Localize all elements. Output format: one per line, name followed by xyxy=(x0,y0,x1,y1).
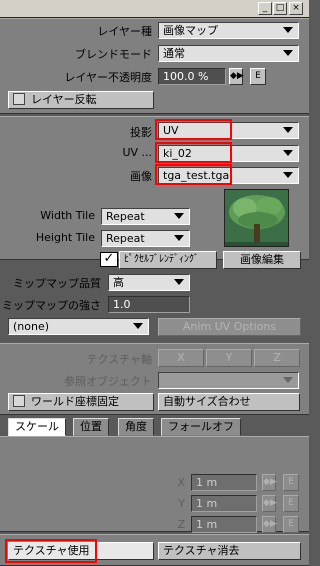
image-thumbnail xyxy=(224,189,289,247)
height-tile-dropdown[interactable]: Repeat xyxy=(101,230,190,247)
minimize-button[interactable]: _ xyxy=(258,2,272,15)
chevron-down-icon xyxy=(283,50,293,56)
projection-label: 投影 xyxy=(130,126,152,139)
scale-z-stepper[interactable]: ◆▶ xyxy=(262,516,277,533)
opacity-envelope-button[interactable]: E xyxy=(250,68,266,85)
chevron-down-icon xyxy=(283,172,293,178)
chevron-down-icon xyxy=(133,323,143,329)
world-coords-button[interactable]: ワールド座標固定 xyxy=(8,393,154,411)
invert-layer-button[interactable]: レイヤー反転 xyxy=(8,91,154,109)
tab-rotation[interactable]: 角度 xyxy=(118,418,154,436)
uv-map-label: UV ... xyxy=(122,146,152,159)
highlight-box xyxy=(155,164,232,185)
width-tile-label: Width Tile xyxy=(40,209,95,222)
pixel-blend-checkbox[interactable]: ✓ xyxy=(100,252,118,267)
chevron-down-icon xyxy=(283,377,293,383)
tree-image-icon xyxy=(225,190,288,246)
checkbox-icon xyxy=(13,395,25,407)
maximize-button[interactable]: □ xyxy=(273,2,287,15)
reference-object-label: 参照オブジェクト xyxy=(64,375,152,388)
mip-strength-label: ミップマップの強さ xyxy=(2,299,101,312)
checkbox-icon xyxy=(13,93,25,105)
mip-quality-label: ミップマップ品質 xyxy=(13,277,101,290)
layer-opacity-label: レイヤー不透明度 xyxy=(64,71,152,84)
scale-z-envelope-button[interactable]: E xyxy=(283,516,299,533)
scale-x-stepper[interactable]: ◆▶ xyxy=(262,474,277,491)
blend-mode-dropdown[interactable]: 通常 xyxy=(158,45,299,62)
scale-x-envelope-button[interactable]: E xyxy=(283,474,299,491)
scale-y-label: Y xyxy=(178,497,185,510)
tab-falloff[interactable]: フォールオフ xyxy=(161,418,241,436)
height-tile-label: Height Tile xyxy=(35,231,95,244)
image-label: 画像 xyxy=(130,170,152,183)
opacity-stepper[interactable]: ◆▶ xyxy=(229,68,244,85)
scale-y-envelope-button[interactable]: E xyxy=(283,495,299,512)
layer-opacity-field[interactable]: 100.0 % xyxy=(158,68,226,85)
chevron-down-icon xyxy=(283,27,293,33)
mip-strength-field[interactable]: 1.0 xyxy=(108,296,190,313)
layer-type-label: レイヤー種 xyxy=(97,25,152,38)
chevron-down-icon xyxy=(174,213,184,219)
world-coords-label: ワールド座標固定 xyxy=(31,395,119,408)
scale-y-field[interactable]: 1 m xyxy=(191,495,257,512)
chevron-down-icon xyxy=(283,127,293,133)
clear-texture-button[interactable]: テクスチャ消去 xyxy=(158,542,301,560)
highlight-box xyxy=(155,142,232,163)
highlight-box xyxy=(155,119,232,140)
scale-y-stepper[interactable]: ◆▶ xyxy=(262,495,277,512)
axis-x-button[interactable]: X xyxy=(158,349,204,367)
auto-size-button[interactable]: 自動サイズ合わせ xyxy=(158,393,300,411)
anim-texture-dropdown[interactable]: (none) xyxy=(8,318,149,335)
highlight-box xyxy=(5,539,97,563)
scale-x-label: X xyxy=(177,476,185,489)
close-button[interactable]: × xyxy=(289,2,303,15)
texture-axis-label: テクスチャ軸 xyxy=(86,353,152,366)
reference-object-dropdown[interactable] xyxy=(158,372,299,389)
chevron-down-icon xyxy=(174,235,184,241)
invert-layer-label: レイヤー反転 xyxy=(31,93,97,106)
axis-z-button[interactable]: Z xyxy=(254,349,300,367)
scale-x-field[interactable]: 1 m xyxy=(191,474,257,491)
chevron-down-icon xyxy=(283,150,293,156)
tab-scale[interactable]: スケール xyxy=(8,418,66,436)
layer-type-dropdown[interactable]: 画像マップ xyxy=(158,22,299,39)
anim-uv-options-button[interactable]: Anim UV Options xyxy=(158,318,301,336)
scale-z-field[interactable]: 1 m xyxy=(191,516,257,533)
pixel-blend-button[interactable]: ﾋﾟｸｾﾙﾌﾞﾚﾝﾃﾞｨﾝｸﾞ xyxy=(119,251,217,269)
image-edit-button[interactable]: 画像編集 xyxy=(223,251,301,269)
chevron-down-icon xyxy=(174,279,184,285)
blend-mode-label: ブレンドモード xyxy=(75,48,152,61)
tab-strip: スケール 位置 角度 フォールオフ xyxy=(8,418,308,436)
tab-position[interactable]: 位置 xyxy=(73,418,109,436)
scale-z-label: Z xyxy=(177,518,185,531)
axis-y-button[interactable]: Y xyxy=(206,349,252,367)
width-tile-dropdown[interactable]: Repeat xyxy=(101,208,190,225)
mip-quality-dropdown[interactable]: 高 xyxy=(108,274,190,291)
